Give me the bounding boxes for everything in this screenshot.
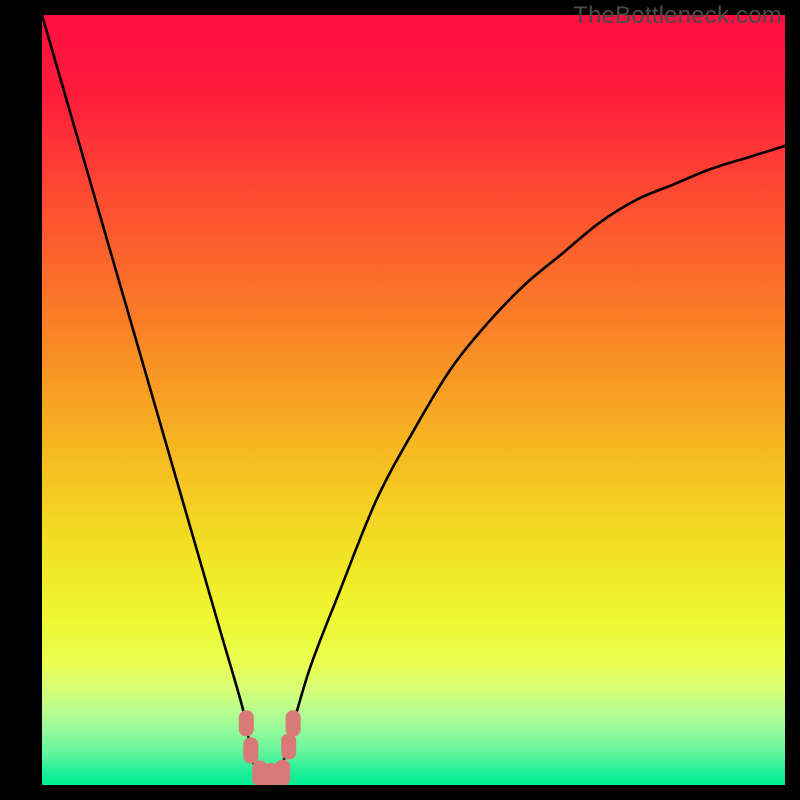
plot-area: [42, 15, 785, 785]
curve-marker: [281, 734, 296, 760]
curve-layer: [42, 15, 785, 785]
curve-marker: [286, 710, 301, 736]
curve-marker: [275, 760, 290, 785]
curve-markers: [239, 710, 301, 785]
chart-frame: TheBottleneck.com: [0, 0, 800, 800]
curve-marker: [239, 710, 254, 736]
watermark-text: TheBottleneck.com: [573, 2, 782, 30]
bottleneck-curve: [42, 15, 785, 785]
curve-marker: [243, 737, 258, 763]
